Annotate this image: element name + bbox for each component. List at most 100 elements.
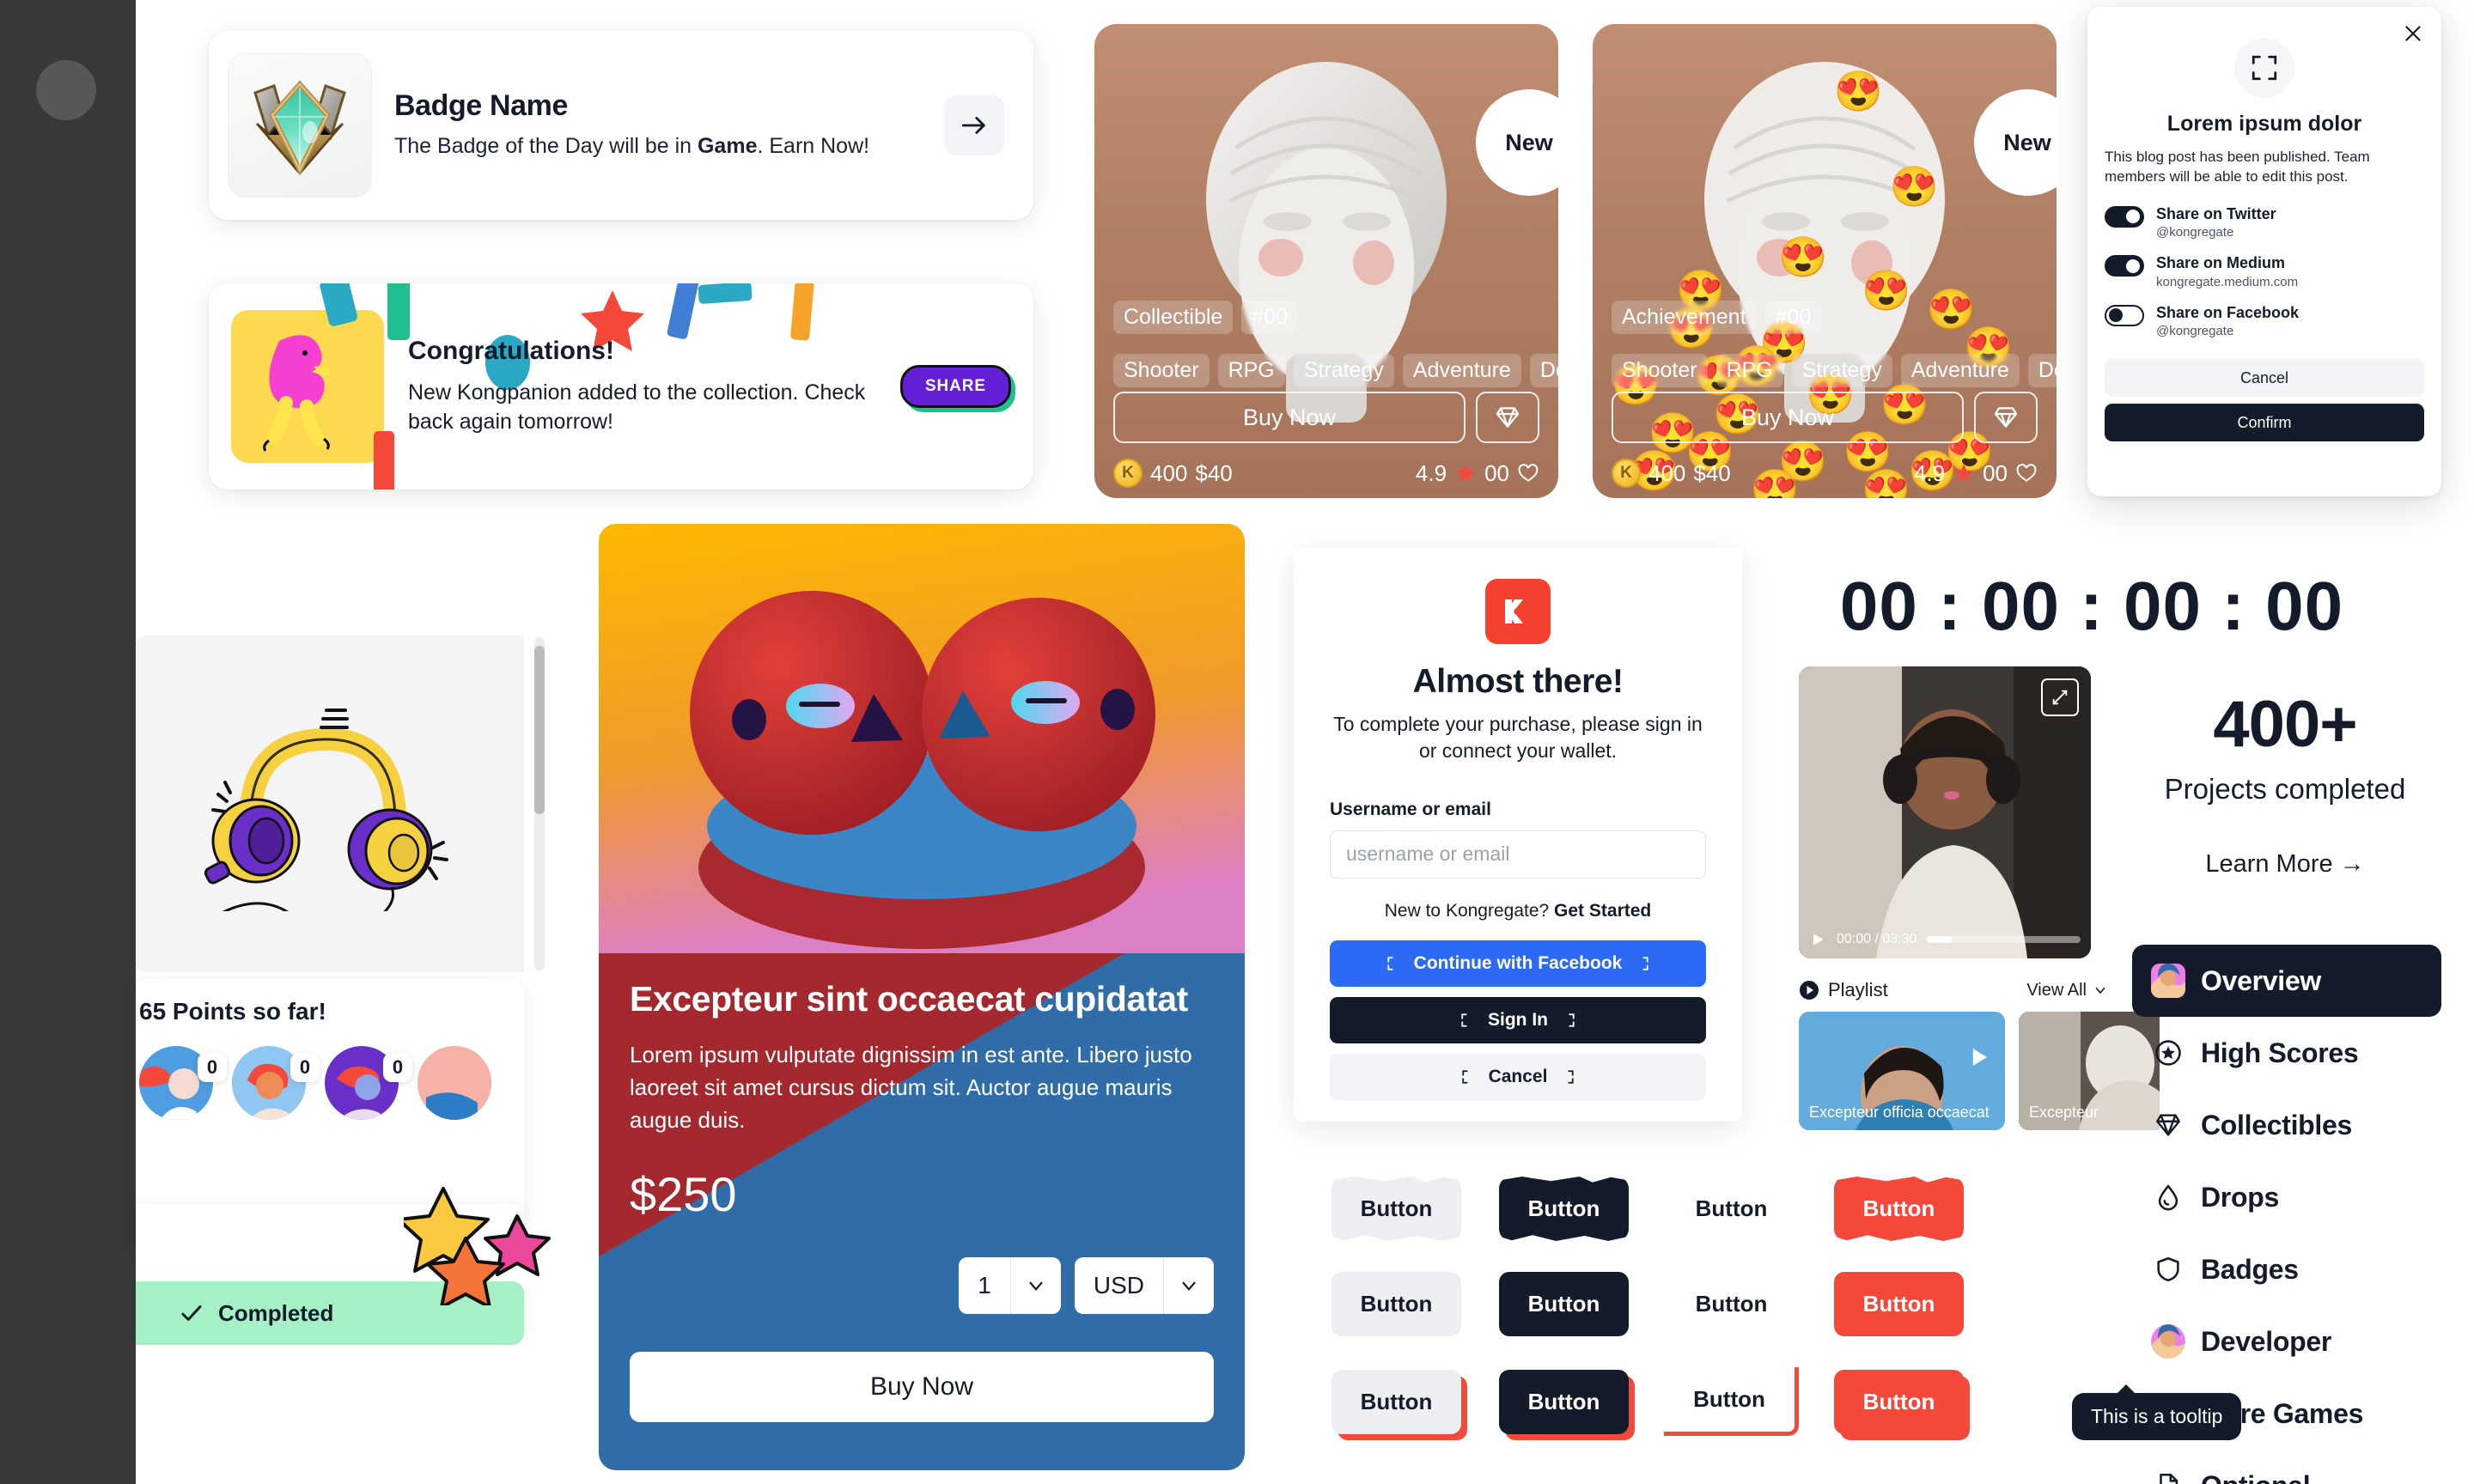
close-icon[interactable] [2398,19,2428,48]
panel-bottom-filler [136,1362,524,1484]
buy-now-button-2[interactable]: Buy Now [1612,392,1964,443]
play-icon[interactable] [1965,1044,1991,1070]
button-wavy-ghost[interactable]: Button [1667,1177,1797,1241]
share-button[interactable]: SHARE [899,365,1011,408]
button-wavy-light[interactable]: Button [1331,1177,1462,1241]
tag-chip[interactable]: RPG [1715,354,1783,387]
playlist-item-title: Excepteur officia occaecat [1809,1104,1990,1121]
bracket-right-icon [1560,1013,1575,1028]
tag-chip[interactable]: RPG [1217,354,1285,387]
product-buy-now-button[interactable]: Buy Now [630,1352,1214,1422]
view-all-label: View All [2026,980,2087,1000]
button-shadow-light[interactable]: Button [1331,1369,1462,1434]
button-round-dark[interactable]: Button [1498,1272,1630,1336]
button-wavy-dark[interactable]: Button [1498,1177,1630,1241]
buy-now-button-1[interactable]: Buy Now [1113,392,1466,443]
likes-value-2: 00 [1983,459,2008,486]
signin-cancel-button[interactable]: Cancel [1330,1053,1706,1100]
kreds-coin-icon: K [1113,459,1143,488]
avatar-item[interactable]: 0 [325,1046,412,1120]
heart-icon[interactable] [1517,462,1539,484]
tag-chip[interactable]: Adventure [1900,354,2020,387]
button-round-red[interactable]: Button [1833,1272,1965,1336]
button-wavy-red[interactable]: Button [1833,1177,1965,1241]
completed-label: Completed [218,1299,334,1326]
nav-item-developer[interactable]: Developer [2132,1305,2441,1378]
badge-arrow-button[interactable] [944,95,1004,155]
signin-new-user-row: New to Kongregate? Get Started [1330,901,1706,921]
video-progress-bar[interactable] [1927,936,2081,943]
button-row-round: Button Button Button Button [1313,1272,1983,1336]
kongregate-k-logo [1485,579,1551,644]
heart-icon[interactable] [2015,462,2038,484]
tag-chip[interactable]: Adventure [1402,354,1521,387]
quantity-select[interactable]: 1 [959,1257,1061,1314]
avatar-item[interactable]: 0 [232,1046,320,1120]
nav-label: Collectibles [2201,1109,2353,1140]
nav-item-drops[interactable]: Drops [2132,1161,2441,1233]
button-shadow-red[interactable]: Button [1833,1369,1965,1434]
share-facebook-label: Share on Facebook [2156,303,2300,321]
playlist-item-title: Excepteur [2029,1104,2099,1121]
modal-confirm-button[interactable]: Confirm [2105,404,2424,442]
share-facebook-toggle[interactable] [2105,304,2144,326]
button-style-grid: Button Button Button Button Button Butto… [1313,1177,1983,1467]
learn-more-link[interactable]: Learn More → [2113,850,2457,879]
view-all-button[interactable]: View All [2026,981,2108,1000]
congratulations-title: Congratulations! [408,337,614,365]
expand-icon[interactable] [2041,678,2079,716]
tag-chip[interactable]: Defense [1529,354,1558,387]
card-actions-1: Buy Now [1113,392,1539,443]
nav-label: High Scores [2201,1037,2359,1068]
currency-select[interactable]: USD [1074,1257,1214,1314]
diamond-icon-button-1[interactable] [1476,392,1539,443]
congratulations-text: Congratulations! New Kongpanion added to… [408,337,876,436]
share-twitter-toggle[interactable] [2105,205,2144,228]
nav-item-collectibles[interactable]: Collectibles [2132,1089,2441,1161]
tag-chip[interactable]: Strategy [1791,354,1892,387]
collectible-card-2[interactable]: New Achievement #00 Shooter RPG Strategy… [1593,24,2057,498]
modal-cancel-button[interactable]: Cancel [2105,359,2424,398]
avatar-item[interactable] [417,1046,491,1120]
signin-button[interactable]: Sign In [1330,996,1706,1043]
star-icon [1455,464,1476,483]
collectible-card-1[interactable]: New Collectible #00 Shooter RPG Strategy… [1094,24,1558,498]
bracket-right-icon [1634,956,1649,971]
avatar-item[interactable]: 0 [139,1046,227,1120]
countdown-timer: 00 : 00 : 00 : 00 [1839,568,2344,644]
points-value-1: 400 [1150,459,1188,486]
points-title: 65 Points so far! [139,998,326,1025]
product-price: $250 [630,1166,737,1221]
username-input[interactable] [1330,830,1706,879]
kongpanion-thumbnail [231,310,384,463]
nav-item-optional[interactable]: Optional [2132,1450,2441,1484]
shield-icon [2151,1252,2185,1286]
nav-item-overview[interactable]: Overview [2132,945,2441,1017]
tag-chip[interactable]: Shooter [1113,354,1210,387]
tag-chip[interactable]: Shooter [1612,354,1708,387]
quantity-value: 1 [959,1257,1011,1314]
nav-item-high-scores[interactable]: High Scores [2132,1017,2441,1089]
rail-avatar[interactable] [36,60,96,120]
tag-chip[interactable]: Strategy [1293,354,1394,387]
nav-item-badges[interactable]: Badges [2132,1233,2441,1305]
share-medium-toggle[interactable] [2105,255,2144,277]
diamond-icon-button-2[interactable] [1974,392,2038,443]
signin-button-label: Sign In [1488,1009,1548,1030]
button-shadow-ghost[interactable]: Button [1664,1367,1799,1436]
avatar-count: 0 [290,1053,320,1082]
playlist-item[interactable]: Excepteur officia occaecat [1799,1012,2005,1130]
nav-label: Optional [2201,1470,2311,1484]
continue-with-facebook-button[interactable]: Continue with Facebook [1330,940,1706,987]
button-round-light[interactable]: Button [1331,1272,1462,1336]
video-player[interactable]: 00:00 / 03:30 [1799,666,2091,958]
button-round-ghost[interactable]: Button [1667,1272,1797,1336]
tag-chip[interactable]: Defense [2027,354,2057,387]
stat-label: Projects completed [2164,773,2406,805]
get-started-link[interactable]: Get Started [1554,901,1651,921]
play-icon[interactable] [1809,931,1826,948]
badge-of-the-day-card: Badge Name The Badge of the Day will be … [209,31,1033,220]
price-value-2: $40 [1693,459,1731,486]
button-shadow-dark[interactable]: Button [1498,1369,1630,1434]
scrollbar-thumb[interactable] [534,646,545,814]
